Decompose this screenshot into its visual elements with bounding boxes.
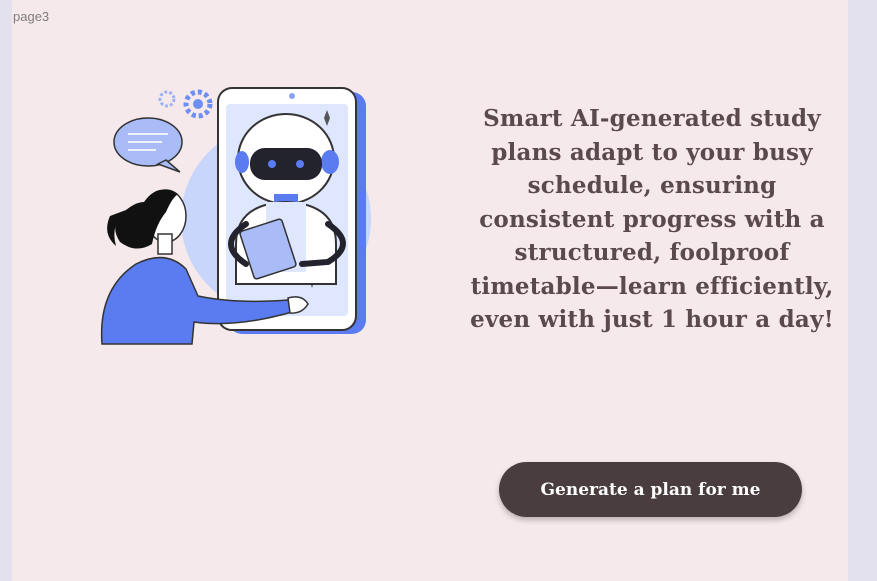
generate-plan-button[interactable]: Generate a plan for me: [499, 462, 802, 517]
gear-icon: [158, 89, 213, 119]
chat-bubble-icon: [113, 117, 183, 173]
page-label: page3: [13, 9, 50, 24]
hero-tagline: Smart AI-generated study plans adapt to …: [470, 105, 834, 333]
robot-tablet-student-illustration: [100, 87, 371, 345]
page-canvas: page3 Smart AI-generated study plans ada…: [12, 0, 848, 581]
